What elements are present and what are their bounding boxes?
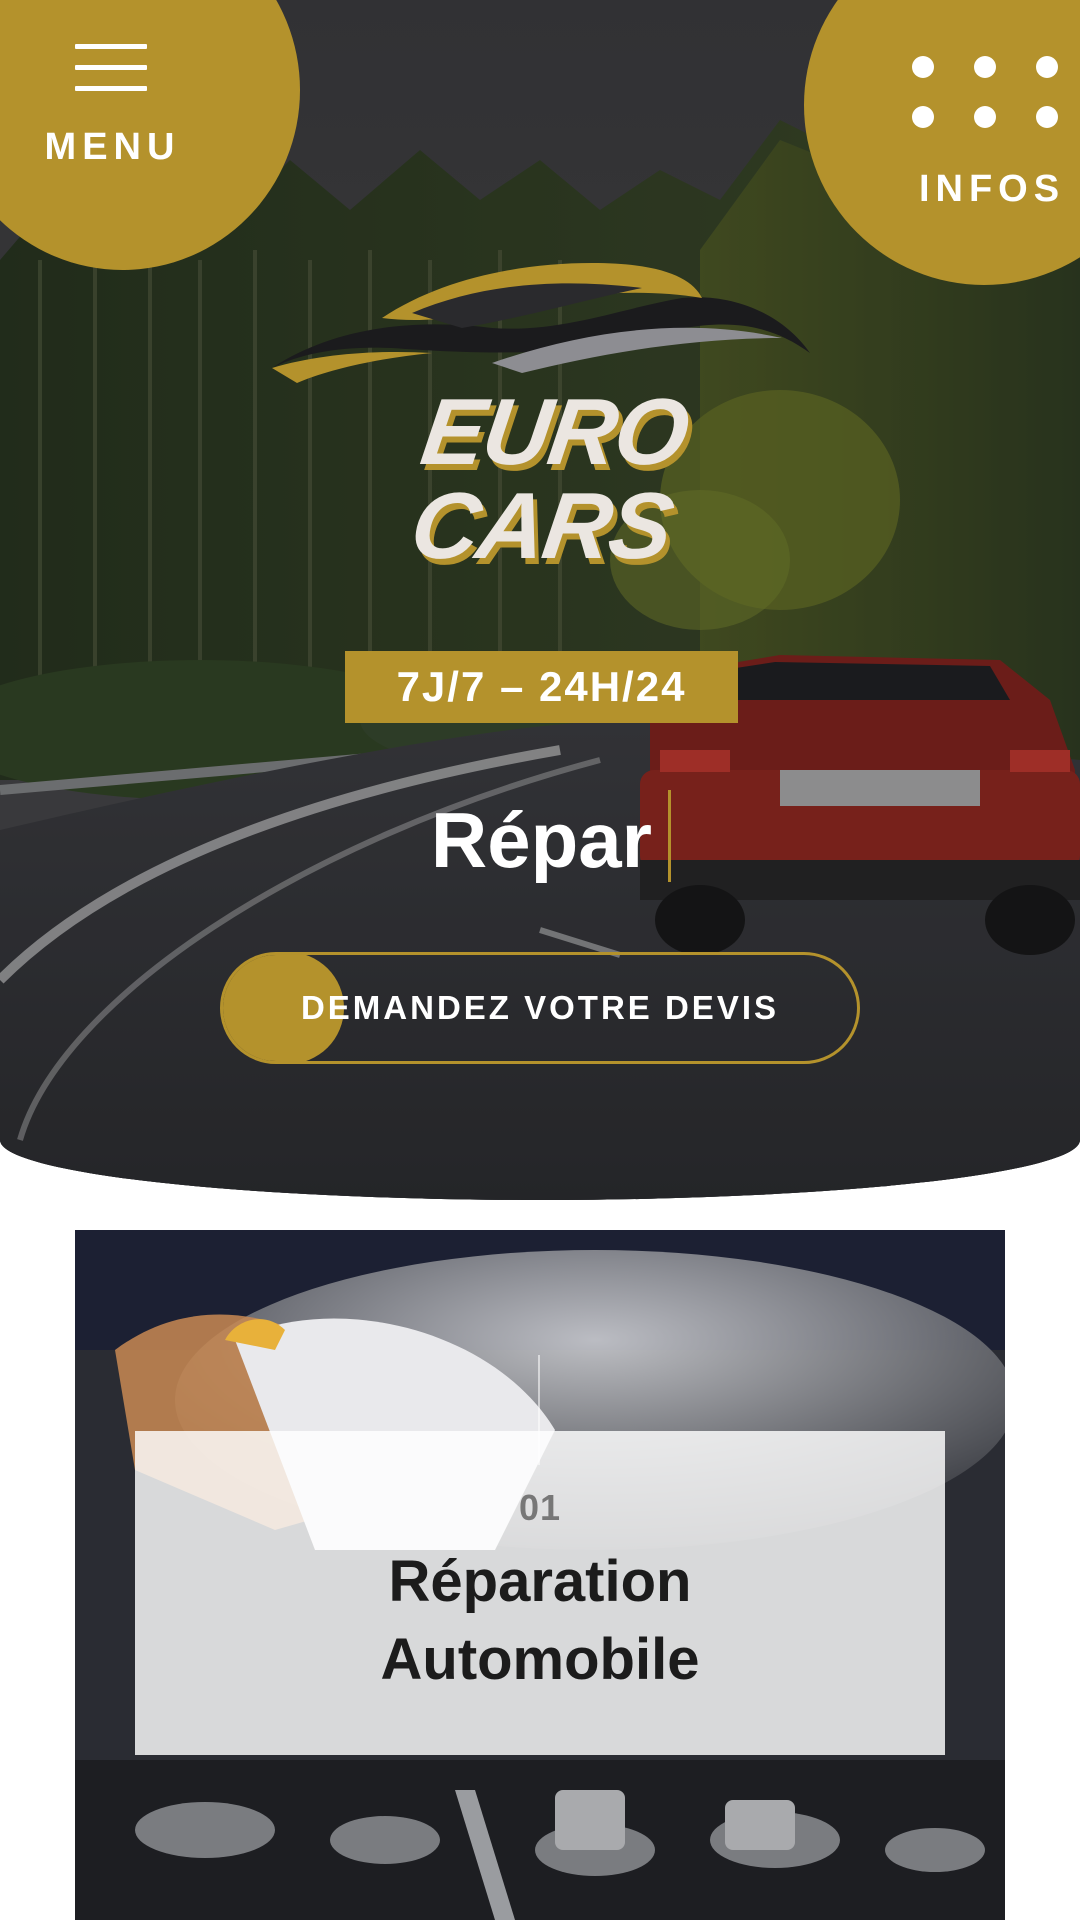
- hours-badge: 7J/7 – 24H/24: [345, 651, 738, 723]
- logo-wordmark: EURO CARS: [404, 379, 694, 578]
- service-title-line2: Automobile: [380, 1627, 700, 1692]
- typing-caret: [668, 790, 671, 882]
- typed-headline: Répar: [430, 796, 652, 884]
- service-title-line1: Réparation: [388, 1549, 692, 1614]
- quote-request-button[interactable]: DEMANDEZ VOTRE DEVIS: [220, 952, 860, 1064]
- service-caption-box[interactable]: 01 Réparation Automobile: [135, 1431, 945, 1755]
- cta-label[interactable]: DEMANDEZ VOTRE DEVIS: [223, 955, 857, 1061]
- hero-section: MENU INFOS EURO CARS 7J/7 – 24H/24 Répar…: [0, 0, 1080, 1200]
- service-number: 01: [518, 1487, 562, 1528]
- infos-label[interactable]: INFOS: [912, 168, 1072, 211]
- hamburger-icon[interactable]: [75, 44, 147, 107]
- service-title[interactable]: Réparation Automobile: [135, 1543, 945, 1699]
- menu-label[interactable]: MENU: [40, 126, 185, 169]
- dots-grid-icon[interactable]: [910, 56, 1060, 136]
